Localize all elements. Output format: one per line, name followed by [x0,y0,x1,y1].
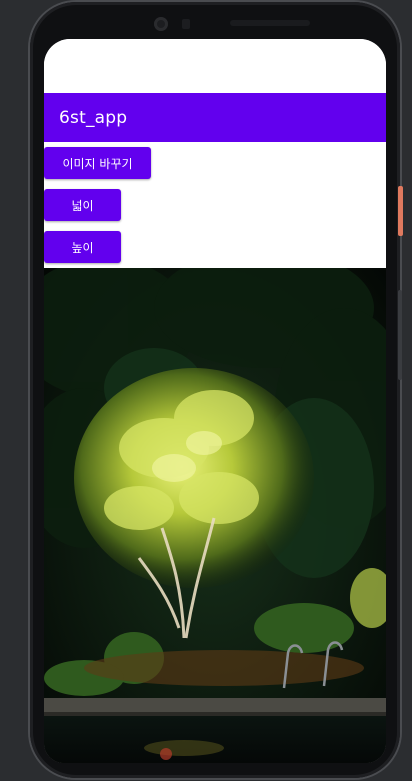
tree-photo [44,268,386,763]
speaker-grille-icon [230,20,310,26]
change-image-button[interactable]: 이미지 바꾸기 [44,147,151,179]
width-button[interactable]: 넓이 [44,189,121,221]
status-bar [44,39,386,93]
volume-button[interactable] [398,290,402,380]
app-title: 6st_app [59,107,128,128]
app-screen: 6st_app 이미지 바꾸기 넓이 높이 [44,39,386,763]
front-camera-icon [154,17,168,31]
sensor-icon [182,19,190,29]
height-button[interactable]: 높이 [44,231,121,263]
power-button[interactable] [398,186,403,236]
app-bar: 6st_app [44,93,386,142]
tree-photo-graphic [44,268,386,763]
